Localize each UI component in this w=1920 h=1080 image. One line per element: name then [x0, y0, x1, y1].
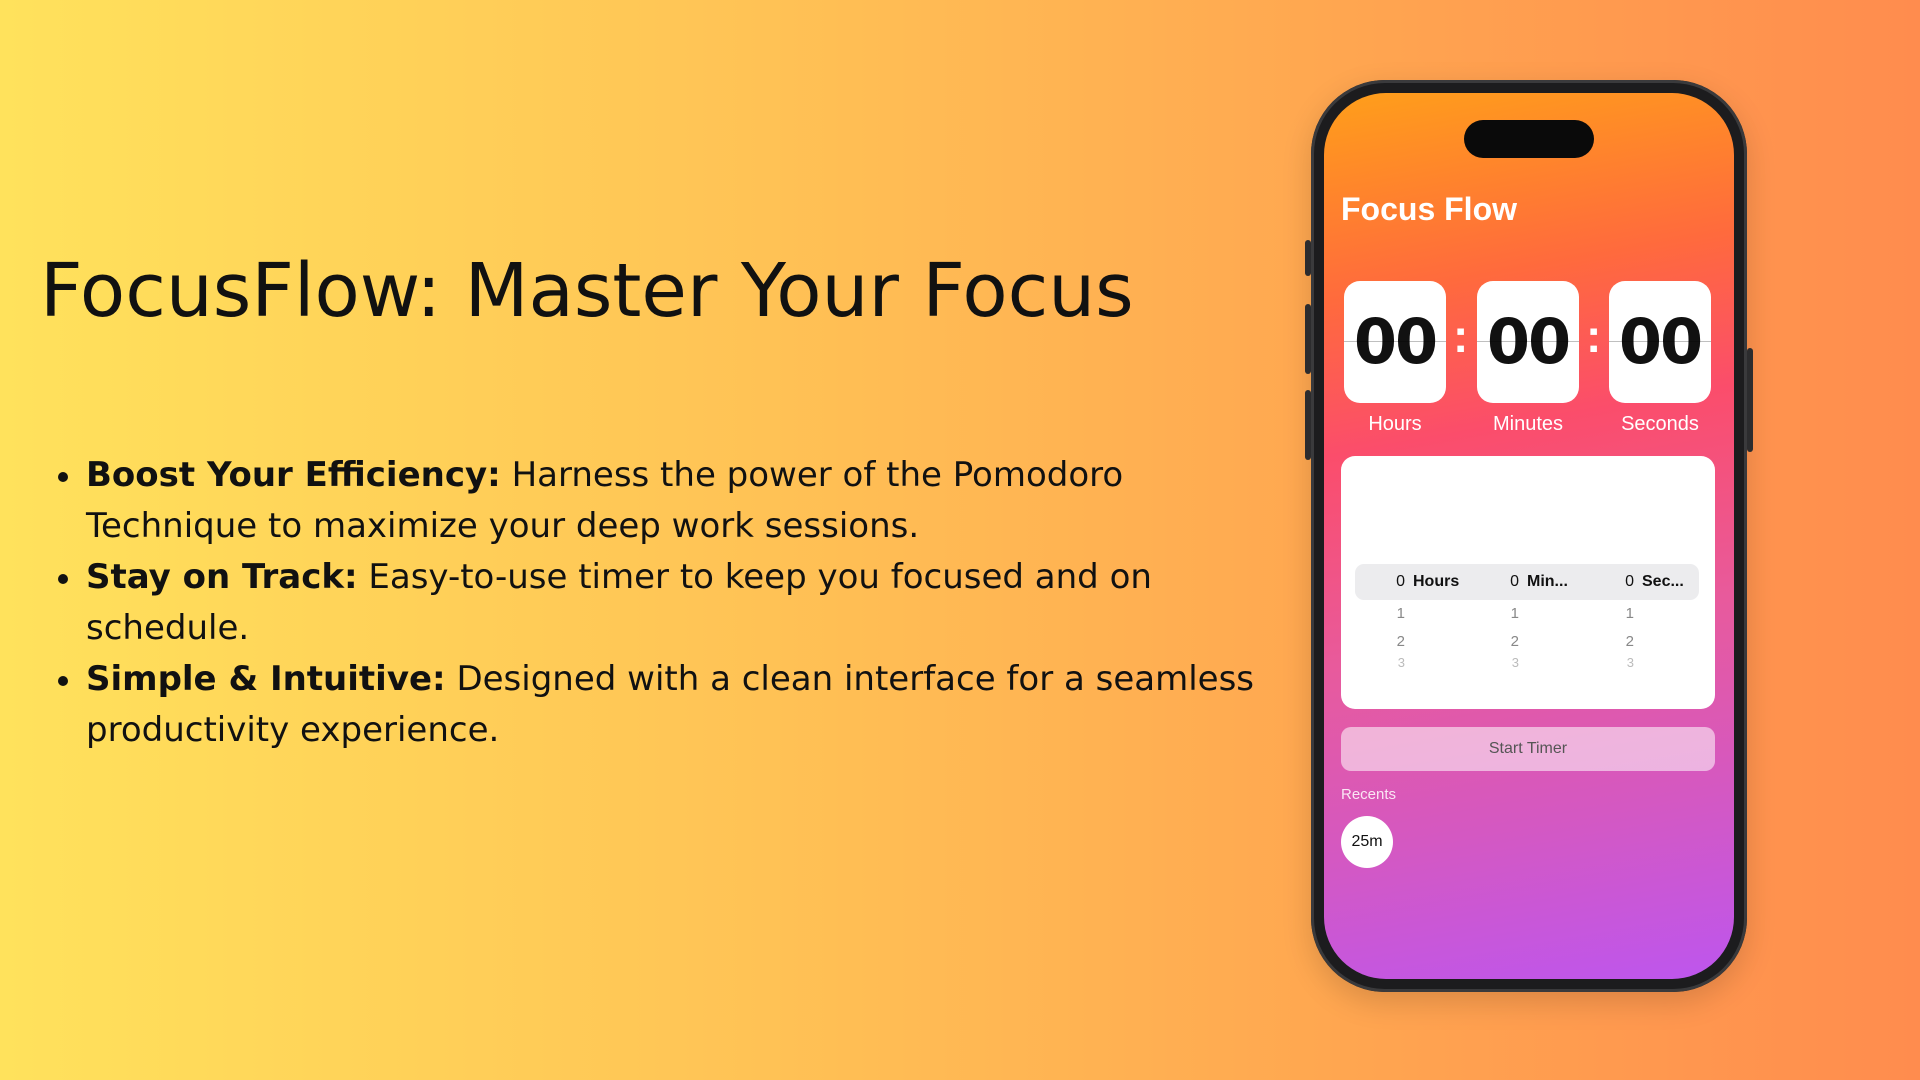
feature-list: Boost Your Efficiency: Harness the power…	[58, 450, 1276, 756]
time-separator: :	[1453, 310, 1469, 362]
picker-option[interactable]: 3	[1501, 656, 1519, 668]
duration-picker: 0 Hours 1 2 3 0 Min... 1 2 3 0 Sec... 1 2 3	[1341, 456, 1715, 709]
seconds-display: 00	[1609, 281, 1711, 403]
picker-value: 0	[1396, 573, 1405, 590]
time-separator: :	[1586, 310, 1602, 362]
picker-value: 0	[1510, 573, 1519, 590]
picker-option[interactable]: 1	[1387, 600, 1405, 628]
picker-value: 0	[1625, 573, 1634, 590]
recents-label: Recents	[1341, 786, 1397, 803]
power-button	[1747, 348, 1753, 452]
start-timer-button[interactable]: Start Timer	[1341, 727, 1715, 771]
minutes-wheel[interactable]: 0 Min... 1 2 3	[1501, 564, 1568, 668]
recent-timer-chip[interactable]: 25m	[1341, 816, 1393, 868]
volume-down-button	[1305, 390, 1311, 460]
seconds-wheel[interactable]: 0 Sec... 1 2 3	[1616, 564, 1684, 668]
seconds-label: Seconds	[1621, 413, 1699, 435]
picker-unit: Min...	[1527, 573, 1568, 590]
feature-title: Simple & Intuitive:	[86, 659, 446, 699]
app-title: Focus Flow	[1341, 191, 1517, 227]
feature-item: Stay on Track: Easy-to-use timer to keep…	[58, 552, 1276, 654]
phone-screen: Focus Flow 00 : 00 : 00 Hours Minutes Se…	[1324, 93, 1734, 979]
hours-label: Hours	[1368, 413, 1422, 435]
minutes-label: Minutes	[1492, 413, 1564, 435]
feature-title: Boost Your Efficiency:	[86, 455, 501, 495]
volume-up-button	[1305, 304, 1311, 374]
picker-option[interactable]: 2	[1501, 628, 1519, 656]
dynamic-island	[1464, 120, 1594, 158]
headline: FocusFlow: Master Your Focus	[40, 248, 1134, 334]
picker-option[interactable]: 3	[1616, 656, 1634, 668]
phone-mockup: Focus Flow 00 : 00 : 00 Hours Minutes Se…	[1305, 80, 1753, 992]
picker-option[interactable]: 2	[1616, 628, 1634, 656]
picker-option[interactable]: 3	[1387, 656, 1405, 668]
picker-unit: Sec...	[1642, 573, 1684, 590]
picker-option[interactable]: 1	[1501, 600, 1519, 628]
hours-wheel[interactable]: 0 Hours 1 2 3	[1387, 564, 1459, 668]
hours-display: 00	[1344, 281, 1446, 403]
picker-unit: Hours	[1413, 573, 1460, 590]
feature-title: Stay on Track:	[86, 557, 358, 597]
action-button	[1305, 240, 1311, 276]
picker-option[interactable]: 1	[1616, 600, 1634, 628]
picker-option[interactable]: 2	[1387, 628, 1405, 656]
minutes-display: 00	[1477, 281, 1579, 403]
feature-item: Boost Your Efficiency: Harness the power…	[58, 450, 1276, 552]
feature-item: Simple & Intuitive: Designed with a clea…	[58, 654, 1276, 756]
